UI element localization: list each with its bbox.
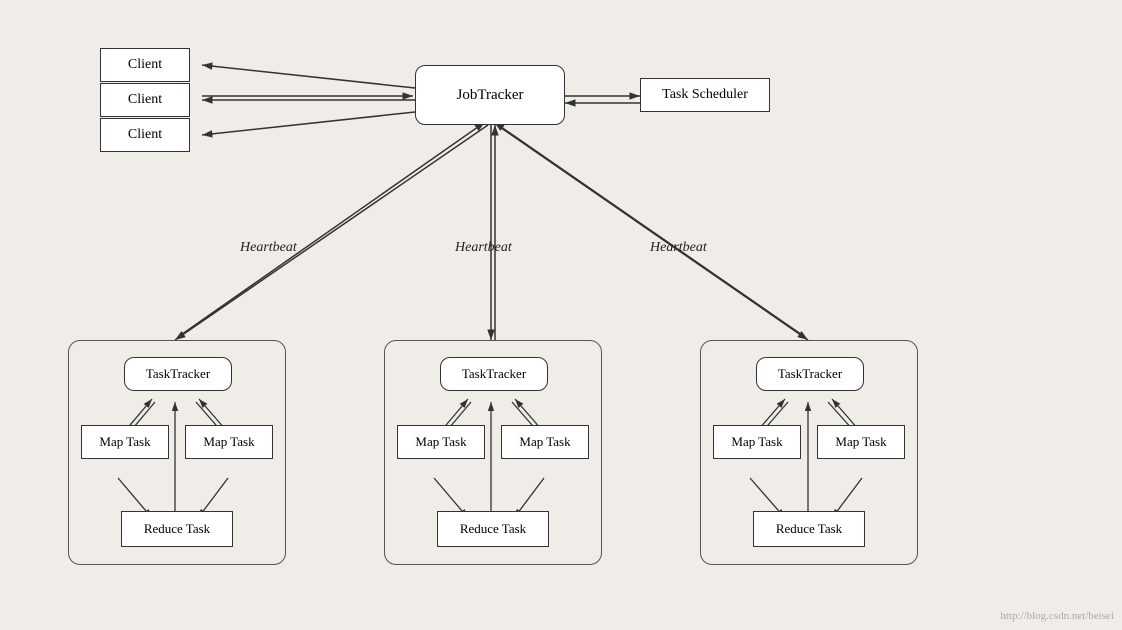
reducetask1-box: Reduce Task: [121, 511, 233, 547]
maptask2a-label: Map Task: [415, 434, 466, 450]
taskscheduler-box: Task Scheduler: [640, 78, 770, 112]
maptask3a-box: Map Task: [713, 425, 801, 459]
client3-label: Client: [128, 127, 162, 143]
jobtracker-label: JobTracker: [457, 87, 524, 104]
heartbeat-label-3: Heartbeat: [650, 240, 707, 256]
jobtracker-box: JobTracker: [415, 65, 565, 125]
maptask3b-box: Map Task: [817, 425, 905, 459]
tasktracker-group-1: TaskTracker Map Task Map Task Reduce Tas…: [68, 340, 286, 565]
reducetask2-label: Reduce Task: [460, 521, 526, 537]
client2-box: Client: [100, 83, 190, 117]
tasktracker-group-3: TaskTracker Map Task Map Task Reduce Tas…: [700, 340, 918, 565]
tasktracker3-label: TaskTracker: [778, 366, 842, 382]
heartbeat-label-2: Heartbeat: [455, 240, 512, 256]
client1-label: Client: [128, 57, 162, 73]
maptask1a-label: Map Task: [99, 434, 150, 450]
maptask3a-label: Map Task: [731, 434, 782, 450]
maptask2a-box: Map Task: [397, 425, 485, 459]
maptask1b-box: Map Task: [185, 425, 273, 459]
watermark: http://blog.csdn.net/beisei: [1000, 610, 1114, 622]
client3-box: Client: [100, 118, 190, 152]
tasktracker3-box: TaskTracker: [756, 357, 864, 391]
reducetask1-label: Reduce Task: [144, 521, 210, 537]
tasktracker1-label: TaskTracker: [146, 366, 210, 382]
maptask1a-box: Map Task: [81, 425, 169, 459]
maptask1b-label: Map Task: [203, 434, 254, 450]
reducetask3-box: Reduce Task: [753, 511, 865, 547]
client2-label: Client: [128, 92, 162, 108]
reducetask3-label: Reduce Task: [776, 521, 842, 537]
tasktracker-group-2: TaskTracker Map Task Map Task Reduce Tas…: [384, 340, 602, 565]
client1-box: Client: [100, 48, 190, 82]
diagram: Client Client Client JobTracker Task Sch…: [0, 0, 1122, 630]
maptask2b-box: Map Task: [501, 425, 589, 459]
maptask3b-label: Map Task: [835, 434, 886, 450]
heartbeat-label-1: Heartbeat: [240, 240, 297, 256]
tasktracker2-box: TaskTracker: [440, 357, 548, 391]
taskscheduler-label: Task Scheduler: [662, 87, 748, 103]
reducetask2-box: Reduce Task: [437, 511, 549, 547]
tasktracker2-label: TaskTracker: [462, 366, 526, 382]
tasktracker1-box: TaskTracker: [124, 357, 232, 391]
maptask2b-label: Map Task: [519, 434, 570, 450]
